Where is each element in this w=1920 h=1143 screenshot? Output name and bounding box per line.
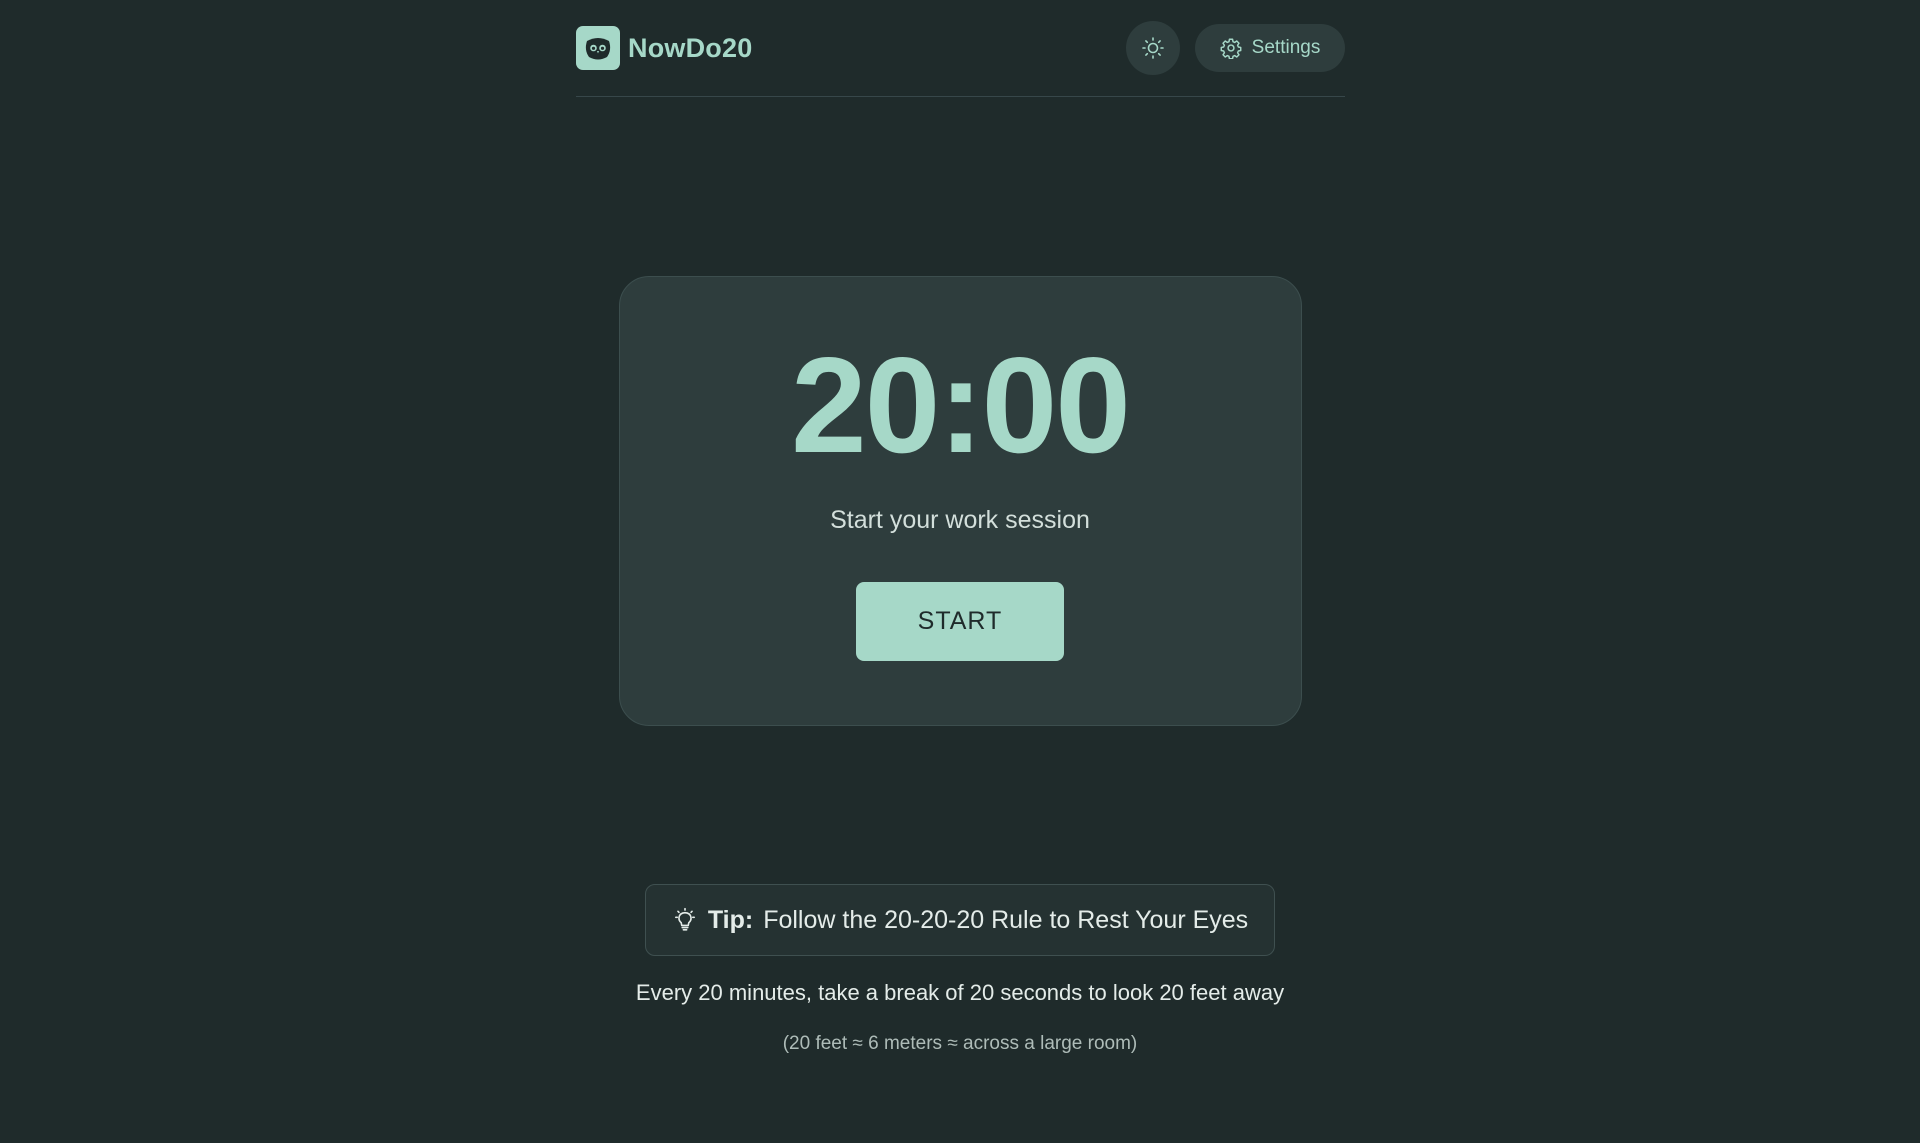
lightbulb-icon	[672, 907, 698, 933]
distance-note: (20 feet ≈ 6 meters ≈ across a large roo…	[782, 1033, 1138, 1054]
timer-display: 20:00	[791, 329, 1131, 481]
theme-toggle-button[interactable]	[1126, 21, 1180, 75]
settings-label: Settings	[1251, 37, 1321, 58]
owl-icon	[576, 26, 620, 70]
app-header: NowDo20 Settings	[576, 0, 1345, 97]
tip-banner: Tip: Follow the 20-20-20 Rule to Rest Yo…	[645, 884, 1275, 956]
app-logo[interactable]: NowDo20	[576, 26, 752, 70]
gear-icon	[1220, 37, 1242, 59]
rule-description: Every 20 minutes, take a break of 20 sec…	[635, 980, 1285, 1005]
settings-button[interactable]: Settings	[1195, 24, 1345, 72]
tip-label: Tip:	[707, 905, 754, 934]
app-name: NowDo20	[628, 32, 753, 63]
timer-status: Start your work session	[830, 506, 1090, 534]
start-button[interactable]: START	[856, 582, 1064, 661]
tip-text: Follow the 20-20-20 Rule to Rest Your Ey…	[763, 905, 1249, 934]
sun-icon	[1141, 36, 1165, 60]
app-page: NowDo20 Settings 20:00 Start your work s…	[0, 0, 1920, 1143]
